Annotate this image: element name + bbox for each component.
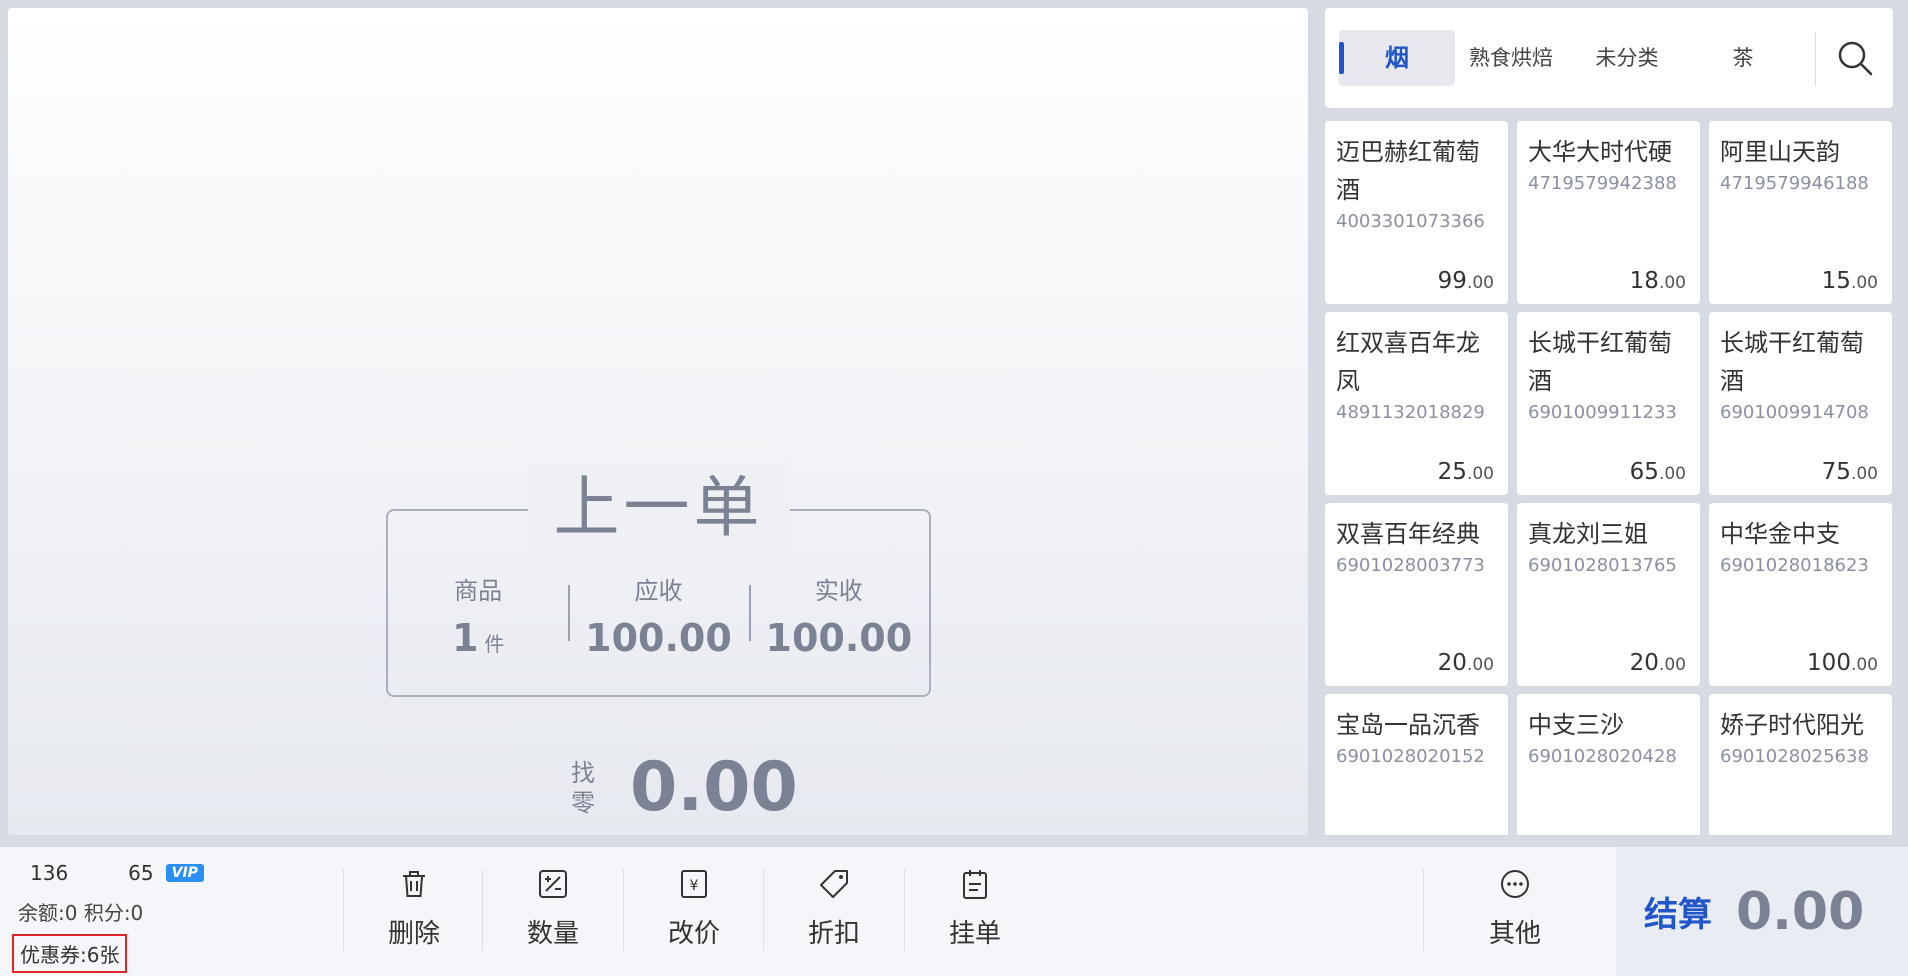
product-grid: 迈巴赫红葡萄酒 4003301073366 99.00 大华大时代硬 47195… (1325, 121, 1893, 835)
vip-badge: VIP (165, 864, 204, 882)
received-label: 实收 (814, 577, 863, 605)
tag-icon (820, 870, 848, 898)
product-name: 长城干红葡萄酒 (1720, 329, 1864, 395)
product-card[interactable]: 真龙刘三姐 6901028013765 20.00 (1517, 503, 1700, 686)
received-stat: 实收 100.00 (748, 571, 929, 671)
goods-label: 商品 (454, 577, 503, 605)
clipboard-icon (963, 870, 987, 899)
product-card[interactable]: 阿里山天韵 4719579946188 15.00 (1709, 121, 1892, 304)
product-name: 迈巴赫红葡萄酒 (1336, 138, 1480, 204)
product-price: 75.00 (1821, 459, 1878, 485)
change-value: 0.00 (630, 748, 798, 827)
receivable-value: 100.00 (585, 616, 732, 660)
product-card[interactable]: 中华金中支 6901028018623 100.00 (1709, 503, 1892, 686)
settle-label: 结算 (1644, 895, 1712, 935)
category-tab-uncategorized[interactable]: 未分类 (1569, 30, 1685, 86)
receivable-stat: 应收 100.00 (568, 571, 748, 671)
received-value: 100.00 (765, 616, 913, 660)
product-name: 红双喜百年龙凤 (1336, 329, 1480, 395)
product-card[interactable]: 红双喜百年龙凤 4891132018829 25.00 (1325, 312, 1508, 495)
product-name: 长城干红葡萄酒 (1528, 329, 1672, 395)
member-info[interactable]: 136 65 VIP 余额:0 积分:0 优惠券:6张 (12, 861, 204, 973)
settle-button[interactable]: 结算 0.00 (1616, 847, 1908, 976)
change-display: 找零 0.00 (568, 748, 798, 827)
category-tab-deli-bakery[interactable]: 熟食烘焙 (1453, 30, 1569, 86)
product-name: 真龙刘三姐 (1528, 520, 1648, 548)
change-label: 找零 (571, 758, 595, 817)
product-price: 99.00 (1437, 268, 1494, 294)
product-name: 大华大时代硬 (1528, 138, 1672, 166)
svg-text:¥: ¥ (690, 878, 699, 894)
goods-stat: 商品 1件 (388, 571, 568, 671)
quantity-label: 数量 (526, 919, 579, 949)
product-name: 阿里山天韵 (1720, 138, 1840, 166)
product-name: 中华金中支 (1720, 520, 1840, 548)
search-icon[interactable] (1835, 38, 1875, 78)
hold-order-button[interactable]: 挂单 (905, 867, 1045, 965)
product-code: 6901028003773 (1336, 555, 1485, 576)
discount-label: 折扣 (807, 919, 860, 949)
quantity-icon (539, 870, 567, 898)
delete-label: 删除 (387, 919, 440, 949)
goods-count: 1 (451, 616, 479, 660)
product-code: 6901028020428 (1528, 746, 1677, 767)
product-price: 25.00 (1437, 459, 1494, 485)
coupon-count[interactable]: 优惠券:6张 (12, 934, 128, 973)
product-price: 15.00 (1821, 268, 1878, 294)
category-tab-cigarettes[interactable]: 烟 (1339, 30, 1455, 86)
product-name: 宝岛一品沉香 (1336, 711, 1480, 739)
product-code: 6901028020152 (1336, 746, 1485, 767)
more-icon (1501, 870, 1529, 898)
product-name: 双喜百年经典 (1336, 520, 1480, 548)
product-price: 20.00 (1629, 650, 1686, 676)
quantity-button[interactable]: 数量 (483, 867, 623, 965)
goods-unit: 件 (484, 632, 505, 656)
product-price: 65.00 (1629, 459, 1686, 485)
product-code: 6901028013765 (1528, 555, 1677, 576)
product-card[interactable]: 娇子时代阳光 6901028025638 (1709, 694, 1892, 835)
bottom-toolbar: 136 65 VIP 余额:0 积分:0 优惠券:6张 删除 数量 ¥ 改价 折… (0, 847, 1908, 976)
product-code: 4003301073366 (1336, 211, 1485, 232)
change-price-button[interactable]: ¥ 改价 (624, 867, 764, 965)
member-balance: 余额:0 积分:0 (18, 901, 144, 925)
toolbar-divider (1423, 869, 1424, 951)
product-code: 4891132018829 (1336, 402, 1485, 423)
product-code: 6901009911233 (1528, 402, 1677, 423)
category-divider (1815, 32, 1816, 86)
other-button[interactable]: 其他 (1445, 867, 1585, 965)
product-name: 中支三沙 (1528, 711, 1624, 739)
product-card[interactable]: 宝岛一品沉香 6901028020152 (1325, 694, 1508, 835)
product-code: 6901028018623 (1720, 555, 1869, 576)
discount-button[interactable]: 折扣 (764, 867, 904, 965)
product-card[interactable]: 大华大时代硬 4719579942388 18.00 (1517, 121, 1700, 304)
other-label: 其他 (1488, 919, 1541, 949)
product-card[interactable]: 长城干红葡萄酒 6901009914708 75.00 (1709, 312, 1892, 495)
category-tab-tea[interactable]: 茶 (1685, 30, 1801, 86)
receivable-label: 应收 (634, 577, 683, 605)
product-card[interactable]: 中支三沙 6901028020428 (1517, 694, 1700, 835)
order-panel: 上一单 商品 1件 应收 100.00 实收 100.00 找零 0.00 (8, 8, 1308, 835)
change-price-label: 改价 (667, 919, 720, 949)
last-order-summary: 上一单 商品 1件 应收 100.00 实收 100.00 (386, 463, 931, 697)
member-phone: 136 65 (30, 861, 154, 885)
trash-icon (403, 871, 425, 897)
product-code: 6901028025638 (1720, 746, 1869, 767)
product-code: 4719579946188 (1720, 173, 1869, 194)
price-tag-icon: ¥ (681, 870, 707, 898)
settle-amount: 0.00 (1736, 881, 1865, 942)
product-card[interactable]: 迈巴赫红葡萄酒 4003301073366 99.00 (1325, 121, 1508, 304)
hold-order-label: 挂单 (948, 919, 1001, 949)
product-price: 100.00 (1807, 650, 1878, 676)
product-name: 娇子时代阳光 (1720, 711, 1864, 739)
delete-button[interactable]: 删除 (344, 867, 484, 965)
product-card[interactable]: 长城干红葡萄酒 6901009911233 65.00 (1517, 312, 1700, 495)
product-code: 6901009914708 (1720, 402, 1869, 423)
product-price: 20.00 (1437, 650, 1494, 676)
last-order-title: 上一单 (527, 463, 790, 553)
product-price: 18.00 (1629, 268, 1686, 294)
product-code: 4719579942388 (1528, 173, 1677, 194)
category-bar: 烟 熟食烘焙 未分类 茶 (1325, 8, 1893, 108)
product-card[interactable]: 双喜百年经典 6901028003773 20.00 (1325, 503, 1508, 686)
